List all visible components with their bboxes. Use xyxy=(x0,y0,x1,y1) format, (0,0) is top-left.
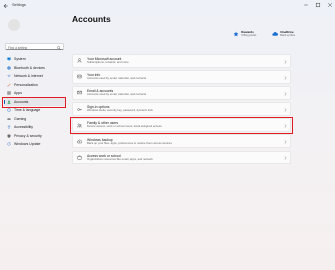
card-windows-backup[interactable]: Windows backup Back up your files, apps,… xyxy=(72,134,291,148)
window-controls xyxy=(303,2,333,8)
sidebar-item-privacy[interactable]: Privacy & security xyxy=(4,132,66,141)
chevron-right-icon xyxy=(284,92,287,96)
sidebar-item-label: System xyxy=(14,57,26,62)
sidebar-item-bluetooth[interactable]: Bluetooth & devices xyxy=(4,64,66,73)
app-title: Settings xyxy=(12,3,26,7)
brush-icon xyxy=(7,83,11,87)
sidebar: Find a setting System Bluetooth & device… xyxy=(0,14,70,270)
sidebar-item-label: Bluetooth & devices xyxy=(14,65,45,70)
title-bar: Settings xyxy=(0,0,335,14)
chevron-right-icon xyxy=(284,76,287,80)
card-email-accounts[interactable]: Email & accounts Accounts used by email,… xyxy=(72,86,291,100)
minimize-icon[interactable] xyxy=(303,2,309,8)
card-access-work-school[interactable]: Access work or school Organization resou… xyxy=(72,150,291,165)
person-card-icon xyxy=(77,58,82,63)
sidebar-item-label: Gaming xyxy=(14,116,27,121)
sidebar-item-personalization[interactable]: Personalization xyxy=(4,81,66,90)
card-subtitle: Windows Hello, security key, password, d… xyxy=(87,108,153,113)
sidebar-item-label: Personalization xyxy=(14,82,38,87)
sidebar-item-label: Accessibility xyxy=(14,125,34,130)
search-box[interactable]: Find a setting xyxy=(5,43,64,50)
sidebar-item-label: Privacy & security xyxy=(14,133,42,138)
sidebar-item-gaming[interactable]: Gaming xyxy=(4,115,66,124)
search-input[interactable]: Find a setting xyxy=(8,46,27,50)
sidebar-item-label: Network & internet xyxy=(14,74,43,79)
gamepad-icon xyxy=(7,117,11,120)
onedrive-status[interactable]: OneDrive Back up files xyxy=(272,30,295,37)
rewards-status[interactable]: Rewards 0 Bing points xyxy=(233,30,256,37)
rewards-subtitle: 0 Bing points xyxy=(241,34,257,37)
maximize-icon[interactable] xyxy=(315,2,321,8)
rewards-icon xyxy=(233,31,239,36)
chevron-right-icon xyxy=(284,156,287,161)
avatar xyxy=(8,19,20,31)
card-your-info[interactable]: Your info Accounts used by email, calend… xyxy=(72,70,291,84)
user-profile[interactable] xyxy=(6,18,66,34)
globe-clock-icon xyxy=(7,108,11,112)
id-card-icon xyxy=(77,75,82,79)
shield-icon xyxy=(7,134,11,138)
sidebar-item-accessibility[interactable]: Accessibility xyxy=(4,123,66,132)
sidebar-item-label: Apps xyxy=(14,91,22,96)
wifi-icon xyxy=(7,75,11,78)
mail-icon xyxy=(77,91,82,95)
sidebar-item-label: Time & language xyxy=(14,108,41,113)
refresh-icon xyxy=(7,142,11,146)
sidebar-highlight-box xyxy=(2,97,66,108)
chevron-right-icon xyxy=(284,60,287,64)
key-icon xyxy=(77,107,82,111)
chevron-right-icon xyxy=(284,140,287,144)
sidebar-item-system[interactable]: System xyxy=(4,55,66,64)
card-subtitle: Organization resources like email, apps,… xyxy=(87,156,153,161)
monitor-icon xyxy=(7,57,11,61)
close-icon[interactable] xyxy=(327,2,333,8)
sidebar-item-network[interactable]: Network & internet xyxy=(4,72,66,81)
accessibility-icon xyxy=(7,125,11,130)
card-sign-in-options[interactable]: Sign-in options Windows Hello, security … xyxy=(72,102,291,116)
chevron-right-icon xyxy=(284,108,287,112)
settings-card-list: Your Microsoft account Subscriptions, re… xyxy=(72,54,291,167)
settings-window: Settings Find a setting System Bluetooth… xyxy=(0,0,335,270)
sidebar-item-label: Windows Update xyxy=(14,142,41,147)
card-subtitle: Subscriptions, rewards, and more xyxy=(87,60,129,65)
onedrive-subtitle: Back up files xyxy=(280,34,295,37)
card-subtitle: Accounts used by email, calendar, and co… xyxy=(87,92,147,97)
page-title: Accounts xyxy=(72,14,111,24)
status-bar: Rewards 0 Bing points OneDrive Back up f… xyxy=(233,30,295,37)
card-subtitle: Back up your files, apps, preferences to… xyxy=(87,140,172,145)
sidebar-item-windows-update[interactable]: Windows Update xyxy=(4,140,66,149)
card-subtitle: Accounts used by email, calendar, and co… xyxy=(87,76,147,81)
bluetooth-icon xyxy=(7,66,11,70)
apps-icon xyxy=(7,91,11,95)
main-content: Accounts Rewards 0 Bing points OneDrive … xyxy=(70,14,335,270)
card-highlight-box xyxy=(70,117,293,134)
backup-icon xyxy=(77,139,82,143)
cloud-icon xyxy=(272,31,279,36)
search-icon xyxy=(57,45,61,50)
briefcase-icon xyxy=(77,155,82,160)
card-microsoft-account[interactable]: Your Microsoft account Subscriptions, re… xyxy=(72,54,291,68)
back-arrow-icon[interactable] xyxy=(3,3,9,9)
